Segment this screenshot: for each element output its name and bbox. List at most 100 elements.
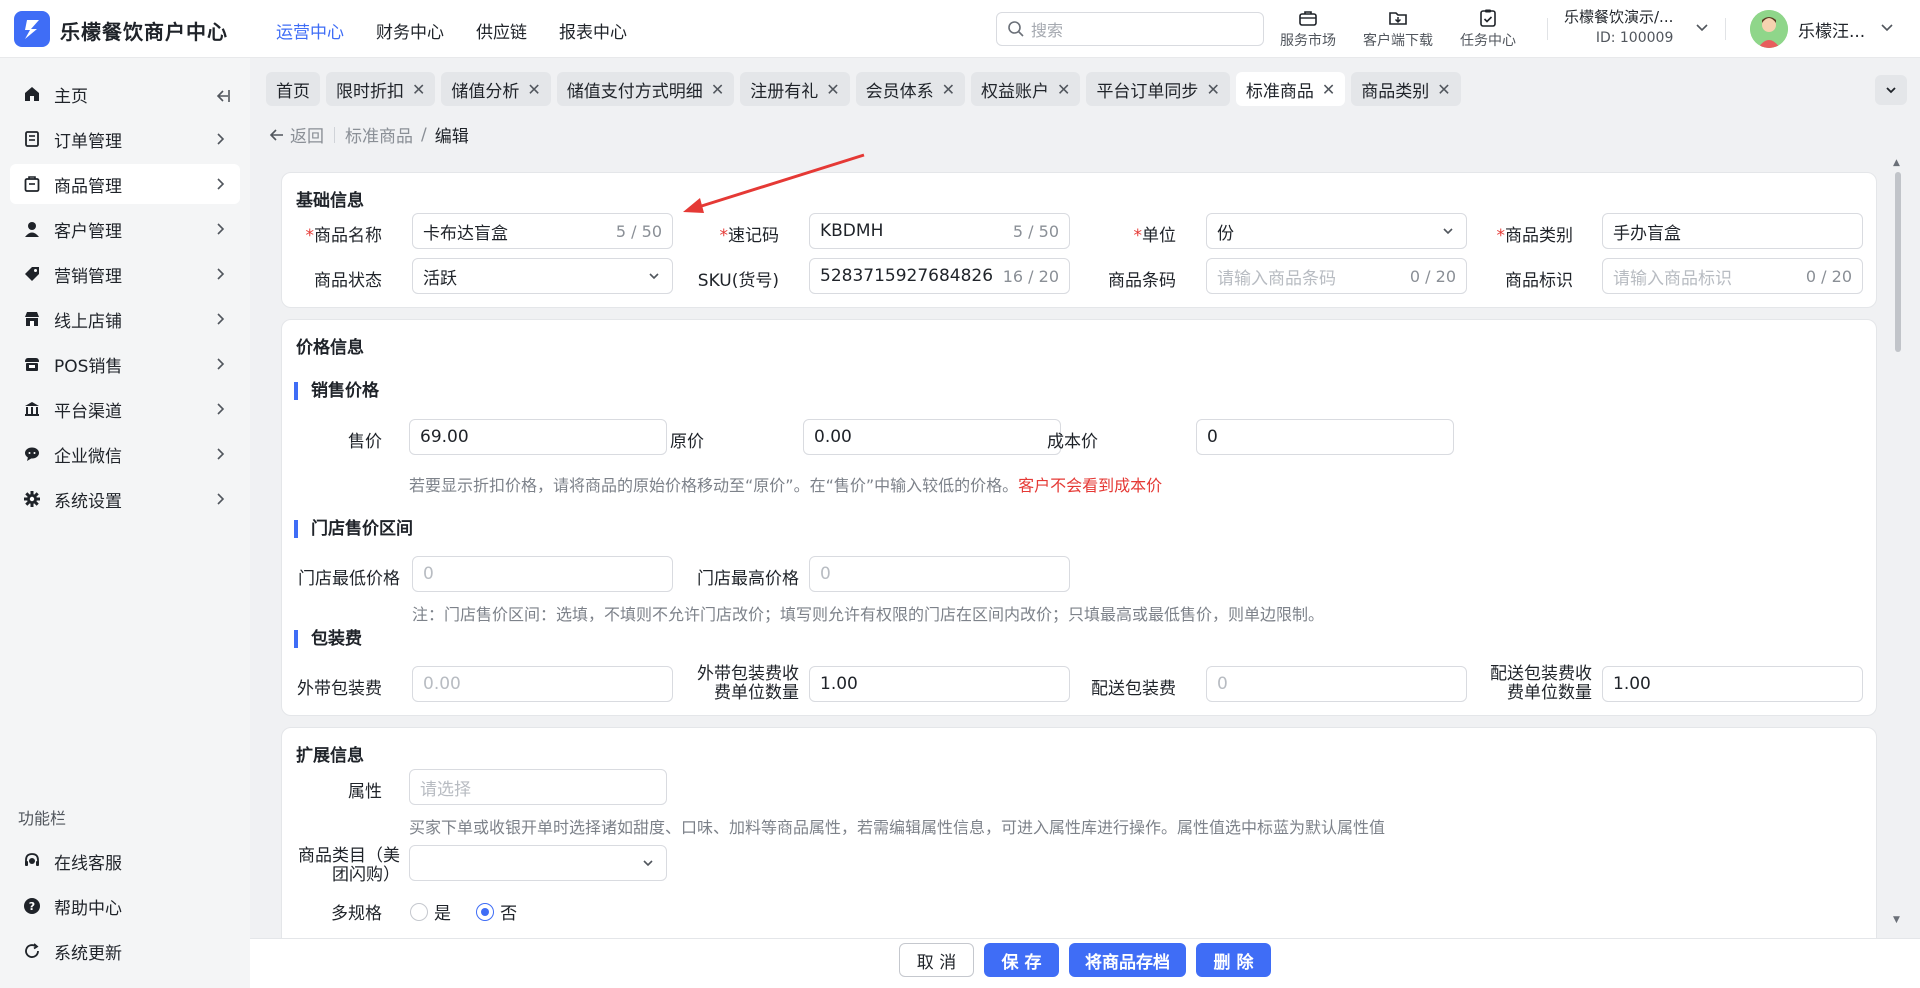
price-info-card: 价格信息 销售价格 售价 69.00 原价 0.00 成本价 0 若要显示折扣价… — [281, 319, 1877, 716]
tab-stored-value-payment[interactable]: 储值支付方式明细 ✕ — [556, 72, 735, 106]
topnav-operations[interactable]: 运营中心 — [276, 18, 344, 43]
store-max-price-label: 门店最高价格 — [697, 569, 799, 589]
category-input[interactable]: 手办盲盒 — [1602, 213, 1863, 249]
tab-membership[interactable]: 会员体系 ✕ — [855, 72, 966, 106]
sidebar-item-label: 线上店铺 — [54, 311, 122, 332]
user-name[interactable]: 乐檬汪... — [1798, 17, 1865, 42]
takeaway-fee-unit-input[interactable]: 1.00 — [809, 666, 1070, 702]
chevron-right-icon — [217, 268, 225, 280]
sidebar-item-wecom[interactable]: 企业微信 — [10, 434, 240, 474]
sidebar-item-label: 平台渠道 — [54, 401, 122, 422]
close-icon[interactable]: ✕ — [1437, 80, 1450, 99]
service-market-button[interactable]: 服务市场 — [1280, 7, 1336, 50]
meituan-category-select[interactable] — [409, 845, 667, 881]
top-nav: 运营中心 财务中心 供应链 报表中心 — [276, 18, 627, 43]
sidebar-item-label: POS销售 — [54, 356, 123, 377]
avatar[interactable] — [1750, 10, 1788, 48]
sidebar-item-marketing[interactable]: 营销管理 — [10, 254, 240, 294]
status-select[interactable]: 活跃 — [412, 258, 673, 294]
topnav-finance[interactable]: 财务中心 — [376, 18, 444, 43]
sidebar-item-system-update[interactable]: 系统更新 — [10, 931, 240, 971]
back-button[interactable]: 返回 — [268, 122, 324, 147]
scroll-down-icon[interactable]: ▼ — [1893, 915, 1900, 925]
tab-label: 限时折扣 — [336, 81, 404, 102]
tab-register-gift[interactable]: 注册有礼 ✕ — [740, 72, 850, 106]
sidebar-item-settings[interactable]: 系统设置 — [10, 479, 240, 519]
sidebar-item-customers[interactable]: 客户管理 — [10, 209, 240, 249]
delivery-fee-input[interactable]: 0 — [1206, 666, 1467, 702]
sidebar-item-label: 在线客服 — [54, 853, 122, 874]
sidebar-item-home[interactable]: 主页 — [10, 74, 240, 114]
close-icon[interactable]: ✕ — [1322, 80, 1335, 99]
sidebar-item-pos[interactable]: POS销售 — [10, 344, 240, 384]
tab-benefit-account[interactable]: 权益账户 ✕ — [971, 72, 1081, 106]
sidebar-item-help[interactable]: ? 帮助中心 — [10, 886, 240, 926]
archive-button[interactable]: 将商品存档 — [1069, 943, 1186, 977]
sidebar-item-online-support[interactable]: 在线客服 — [10, 841, 240, 881]
sidebar-item-products[interactable]: 商品管理 — [10, 164, 240, 204]
sale-price-heading: 销售价格 — [294, 382, 379, 400]
chevron-right-icon — [217, 223, 225, 235]
tab-flash-discount[interactable]: 限时折扣 ✕ — [326, 72, 436, 106]
sidebar-item-orders[interactable]: 订单管理 — [10, 119, 240, 159]
tab-platform-order-sync[interactable]: 平台订单同步 ✕ — [1086, 72, 1230, 106]
divider — [1725, 18, 1726, 40]
tab-stored-value-analysis[interactable]: 储值分析 ✕ — [441, 72, 551, 106]
topnav-supply-chain[interactable]: 供应链 — [476, 18, 527, 43]
delivery-fee-unit-input[interactable]: 1.00 — [1602, 666, 1863, 702]
search-input[interactable]: 搜索 — [996, 12, 1264, 46]
unit-select[interactable]: 份 — [1206, 213, 1467, 249]
scroll-up-icon[interactable]: ▲ — [1893, 158, 1900, 168]
close-icon[interactable]: ✕ — [826, 80, 839, 99]
attribute-select[interactable]: 请选择 — [409, 769, 667, 805]
breadcrumb-current: 编辑 — [434, 127, 469, 147]
tab-standard-products[interactable]: 标准商品 ✕ — [1235, 72, 1346, 106]
tabs-more-button[interactable] — [1875, 75, 1907, 105]
tab-home[interactable]: 首页 — [266, 72, 320, 106]
product-mark-input[interactable]: 请输入商品标识 0 / 20 — [1602, 258, 1863, 294]
attribute-label: 属性 — [348, 782, 382, 802]
multi-spec-radio-group: 是 否 — [410, 899, 537, 925]
basic-info-card: 基础信息 *商品名称 卡布达盲盒 5 / 50 *速记码 KBDMH 5 / 50 … — [281, 172, 1877, 308]
chevron-right-icon — [217, 448, 225, 460]
breadcrumb-parent[interactable]: 标准商品 — [345, 122, 413, 147]
brand-logo-icon[interactable] — [14, 11, 50, 47]
close-icon[interactable]: ✕ — [1057, 80, 1070, 99]
product-mark-label: 商品标识 — [1505, 271, 1573, 291]
delete-button[interactable]: 删 除 — [1196, 943, 1271, 977]
scrollbar-thumb[interactable] — [1895, 172, 1901, 352]
chevron-down-icon — [1886, 87, 1896, 94]
chevron-down-icon[interactable] — [1693, 18, 1711, 36]
topnav-reports[interactable]: 报表中心 — [559, 18, 627, 43]
barcode-input[interactable]: 请输入商品条码 0 / 20 — [1206, 258, 1467, 294]
cancel-button[interactable]: 取 消 — [899, 943, 974, 977]
store-min-price-label: 门店最低价格 — [298, 569, 400, 589]
sidebar-item-online-store[interactable]: 线上店铺 — [10, 299, 240, 339]
store-switcher[interactable]: 乐檬餐饮演示/... ID: 100009 — [1564, 6, 1673, 46]
task-center-button[interactable]: 任务中心 — [1460, 7, 1516, 50]
close-icon[interactable]: ✕ — [1206, 80, 1219, 99]
save-button[interactable]: 保 存 — [984, 943, 1059, 977]
multi-spec-no-radio[interactable]: 否 — [476, 899, 517, 924]
order-list-icon — [22, 129, 42, 149]
product-name-input[interactable]: 卡布达盲盒 5 / 50 — [412, 213, 673, 249]
multi-spec-yes-radio[interactable]: 是 — [410, 899, 451, 924]
clipboard-check-icon — [1480, 9, 1496, 27]
chevron-down-icon — [649, 273, 659, 280]
close-icon[interactable]: ✕ — [942, 80, 955, 99]
tab-product-category[interactable]: 商品类别 ✕ — [1351, 72, 1461, 106]
store-max-price-input[interactable]: 0 — [809, 556, 1070, 592]
client-download-button[interactable]: 客户端下载 — [1363, 7, 1433, 50]
sidebar-item-platform-channels[interactable]: 平台渠道 — [10, 389, 240, 429]
sku-input[interactable]: 5283715927684826 16 / 20 — [809, 258, 1070, 294]
arrow-left-icon — [269, 128, 283, 141]
multi-spec-label: 多规格 — [331, 904, 382, 924]
close-icon[interactable]: ✕ — [412, 80, 425, 99]
chevron-down-icon[interactable] — [1878, 18, 1896, 36]
cost-price-input[interactable]: 0 — [1196, 419, 1454, 455]
store-min-price-input[interactable]: 0 — [412, 556, 673, 592]
close-icon[interactable]: ✕ — [527, 80, 540, 99]
category-label: *商品类别 — [1496, 226, 1574, 246]
takeaway-fee-input[interactable]: 0.00 — [412, 666, 673, 702]
close-icon[interactable]: ✕ — [711, 80, 724, 99]
